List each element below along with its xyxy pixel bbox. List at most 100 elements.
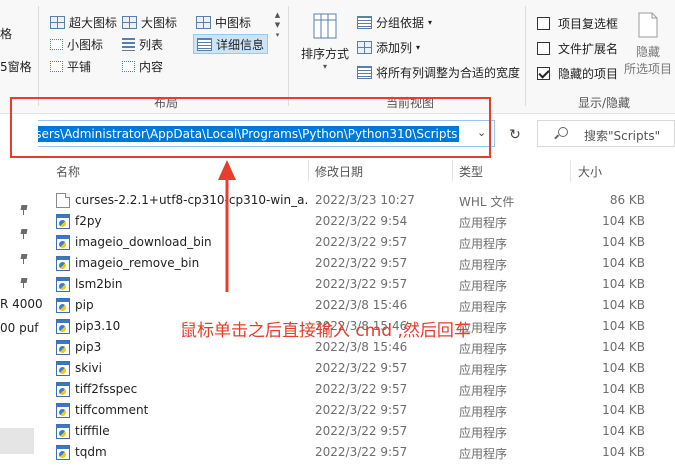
column-separator[interactable]	[452, 160, 453, 182]
hidden-items-checkbox[interactable]	[537, 66, 550, 80]
layout-small-icons-button[interactable]: 小图标	[50, 34, 103, 54]
hide-sub-label: 所选项目	[623, 62, 672, 76]
layout-extra-large-icons-button[interactable]: 超大图标	[50, 12, 117, 32]
ribbon-left-partial-1[interactable]: 格	[0, 23, 12, 43]
small-icons-icon	[50, 38, 63, 50]
fit-columns-label: 将所有列调整为合适的宽度	[376, 65, 521, 80]
search-input[interactable]: 搜索"Scripts"	[584, 127, 660, 144]
pin-icon[interactable]	[20, 205, 28, 215]
sort-by-button[interactable]: 排序方式 ▾	[299, 12, 351, 71]
file-row[interactable]: tiffcomment 2022/3/22 9:57 应用程序 104 KB	[48, 400, 675, 421]
item-checkboxes-toggle[interactable]: 项目复选框	[537, 13, 618, 33]
hide-label: 隐藏	[635, 45, 660, 59]
column-separator[interactable]	[570, 160, 571, 182]
file-name: skivi	[75, 361, 102, 375]
python-exe-icon	[56, 214, 70, 229]
group-by-button[interactable]: 分组依据 ▾	[357, 12, 432, 32]
nav-item-partial-2[interactable]: 00 puf	[0, 321, 39, 335]
file-size: 104 KB	[602, 277, 645, 291]
layout-extra-large-icons-label: 超大图标	[69, 15, 118, 30]
python-exe-icon	[56, 298, 70, 313]
layout-content-label: 内容	[139, 59, 164, 74]
python-exe-icon	[56, 403, 70, 418]
navigation-pane: R 4000 00 puf	[0, 114, 43, 466]
file-date: 2022/3/8 15:46	[315, 340, 408, 354]
add-column-label: 添加列	[376, 40, 413, 55]
file-type: 应用程序	[459, 384, 508, 398]
file-row[interactable]: pip 2022/3/8 15:46 应用程序 104 KB	[48, 295, 675, 316]
hide-selected-button[interactable]: 隐藏 所选项目	[621, 12, 675, 77]
file-row[interactable]: imageio_download_bin 2022/3/22 9:57 应用程序 10…	[48, 232, 675, 253]
file-row[interactable]: curses-2.2.1+utf8-cp310-cp310-win_a... 20…	[48, 190, 675, 211]
file-size: 104 KB	[602, 340, 645, 354]
file-row[interactable]: tqdm 2022/3/22 9:57 应用程序 104 KB	[48, 442, 675, 463]
file-name: imageio_download_bin	[75, 235, 212, 249]
layout-large-icons-button[interactable]: 大图标	[122, 12, 177, 32]
column-separator[interactable]	[308, 160, 309, 182]
column-header-type[interactable]: 类型	[459, 163, 483, 180]
group-by-dropdown-icon: ▾	[428, 17, 433, 27]
file-date: 2022/3/22 9:57	[315, 277, 408, 291]
file-size: 104 KB	[602, 424, 645, 438]
file-extensions-label: 文件扩展名	[558, 41, 619, 56]
column-header-date[interactable]: 修改日期	[315, 163, 363, 180]
file-extensions-toggle[interactable]: 文件扩展名	[537, 38, 618, 58]
layout-scroll-arrows[interactable]: ▲ ▼ ▾	[273, 10, 282, 70]
pin-icon[interactable]	[20, 278, 28, 288]
file-row[interactable]: tiff2fsspec 2022/3/22 9:57 应用程序 104 KB	[48, 379, 675, 400]
file-extensions-checkbox[interactable]	[537, 41, 550, 55]
extra-large-icons-icon	[50, 15, 65, 29]
file-row[interactable]: f2py 2022/3/22 9:54 应用程序 104 KB	[48, 211, 675, 232]
file-type: 应用程序	[459, 300, 508, 314]
file-row[interactable]: imageio_remove_bin 2022/3/22 9:57 应用程序 104 …	[48, 253, 675, 274]
nav-item-partial-1[interactable]: R 4000	[0, 297, 43, 311]
scroll-up-icon[interactable]: ▲	[273, 10, 282, 20]
search-icon	[558, 127, 568, 137]
file-name: pip3.10	[75, 319, 121, 333]
python-exe-icon	[56, 340, 70, 355]
layout-list-button[interactable]: 列表	[122, 34, 163, 54]
file-date: 2022/3/23 10:27	[315, 193, 415, 207]
file-date: 2022/3/22 9:57	[315, 403, 408, 417]
refresh-button[interactable]: ↻	[505, 125, 525, 145]
file-name: tifffile	[75, 424, 110, 438]
sort-dropdown-icon: ▾	[322, 62, 327, 71]
nav-selected-item[interactable]	[0, 428, 34, 454]
file-date: 2022/3/22 9:57	[315, 424, 408, 438]
layout-tiles-button[interactable]: 平铺	[50, 56, 91, 76]
column-header-size[interactable]: 大小	[578, 163, 602, 180]
python-exe-icon	[56, 424, 70, 439]
file-type: 应用程序	[459, 279, 508, 293]
file-size: 104 KB	[602, 403, 645, 417]
medium-icons-icon	[196, 15, 211, 29]
ribbon-left-partial-2[interactable]: 5窗格	[0, 56, 32, 76]
hidden-items-toggle[interactable]: 隐藏的项目	[537, 63, 618, 83]
file-name: tiff2fsspec	[75, 382, 138, 396]
file-row[interactable]: lsm2bin 2022/3/22 9:57 应用程序 104 KB	[48, 274, 675, 295]
file-type: 应用程序	[459, 258, 508, 272]
scroll-down-icon[interactable]: ▼	[273, 20, 282, 30]
layout-content-button[interactable]: 内容	[122, 56, 163, 76]
list-icon	[122, 37, 135, 51]
file-size: 86 KB	[609, 193, 645, 207]
file-date: 2022/3/22 9:57	[315, 382, 408, 396]
expand-gallery-icon[interactable]: ▾	[273, 30, 282, 40]
file-row[interactable]: skivi 2022/3/22 9:57 应用程序 104 KB	[48, 358, 675, 379]
search-box[interactable]: 搜索"Scripts"	[537, 120, 675, 147]
pin-icon[interactable]	[20, 229, 28, 239]
large-icons-icon	[122, 15, 137, 29]
file-row[interactable]: tifffile 2022/3/22 9:57 应用程序 104 KB	[48, 421, 675, 442]
column-header-name[interactable]: 名称	[56, 163, 80, 180]
hide-selected-icon	[638, 12, 658, 38]
fit-columns-button[interactable]: 将所有列调整为合适的宽度	[357, 62, 520, 82]
file-size: 104 KB	[602, 298, 645, 312]
add-column-button[interactable]: 添加列 ▾	[357, 37, 420, 57]
item-checkboxes-checkbox[interactable]	[537, 16, 550, 30]
layout-details-button[interactable]: 详细信息	[193, 34, 269, 54]
layout-medium-icons-button[interactable]: 中图标	[196, 12, 251, 32]
ribbon-left-partial-label-2: 5窗格	[0, 59, 32, 74]
file-type: 应用程序	[459, 447, 508, 461]
content-icon	[122, 60, 135, 72]
pin-icon[interactable]	[20, 254, 28, 264]
file-name: pip	[75, 298, 94, 312]
